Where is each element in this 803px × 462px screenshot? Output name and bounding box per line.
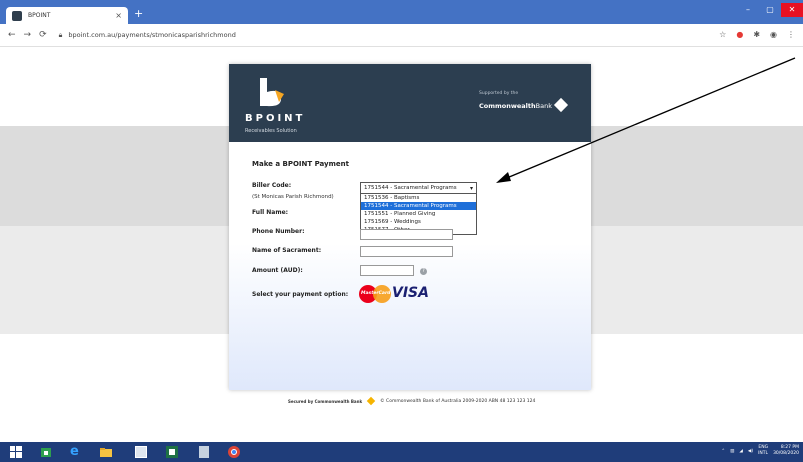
volume-icon[interactable]: ◀) bbox=[748, 449, 753, 454]
secured-by-text: Secured by Commonwealth Bank bbox=[288, 398, 363, 404]
lock-icon: 🔒︎ bbox=[58, 30, 63, 39]
clock[interactable]: 8:27 PM 30/08/2020 bbox=[773, 445, 799, 457]
profile-icon[interactable]: ◉ bbox=[770, 30, 777, 39]
tab-close-icon[interactable]: × bbox=[115, 11, 122, 20]
mastercard-text: MasterCard bbox=[361, 291, 391, 296]
close-window-button[interactable]: ✕ bbox=[781, 3, 803, 17]
reload-icon[interactable]: ⟳ bbox=[39, 30, 47, 40]
browser-tab[interactable]: BPOINT × bbox=[6, 7, 128, 24]
brand-name: BPOINT bbox=[245, 113, 306, 124]
bank-name-bold: Commonwealth bbox=[479, 102, 536, 110]
biller-sub-label: (St Monicas Parish Richmond) bbox=[252, 194, 334, 200]
sacrament-name-field[interactable] bbox=[360, 246, 453, 257]
back-arrow-icon[interactable]: ← bbox=[8, 30, 16, 40]
app-window-icon[interactable] bbox=[135, 446, 147, 458]
supported-by-text: Supported by the bbox=[479, 91, 519, 96]
biller-option[interactable]: 1751569 - Weddings bbox=[361, 218, 476, 226]
window-controls: – ▢ ✕ bbox=[737, 3, 803, 17]
biller-option[interactable]: 1751551 - Planned Giving bbox=[361, 210, 476, 218]
page-footer: Secured by Commonwealth Bank © Commonwea… bbox=[288, 396, 536, 406]
phone-number-field[interactable] bbox=[360, 229, 453, 240]
bpoint-logo-icon bbox=[260, 78, 284, 107]
maximize-button[interactable]: ▢ bbox=[759, 3, 781, 17]
sacrament-name-label: Name of Sacrament: bbox=[252, 247, 322, 254]
bank-name: CommonwealthBank bbox=[479, 102, 552, 110]
amount-field[interactable] bbox=[360, 265, 414, 276]
star-icon[interactable]: ☆ bbox=[719, 30, 726, 39]
store-app-icon[interactable] bbox=[40, 446, 52, 458]
browser-tab-bar: BPOINT × + – ▢ ✕ bbox=[0, 0, 803, 24]
biller-option[interactable]: 1751536 - Baptisms bbox=[361, 194, 476, 202]
copyright-text: © Commonwealth Bank of Australia 2009-20… bbox=[380, 398, 536, 404]
document-app-icon[interactable] bbox=[198, 446, 210, 458]
lang-sub-text: INTL bbox=[758, 451, 769, 456]
amount-label: Amount (AUD): bbox=[252, 267, 303, 274]
biller-select-value: 1751544 - Sacramental Programs bbox=[364, 185, 457, 191]
tray-chevron-icon[interactable]: ⌃ bbox=[721, 449, 725, 454]
tab-title: BPOINT bbox=[28, 12, 51, 19]
extension-icon[interactable]: ● bbox=[736, 30, 743, 39]
network-icon[interactable]: ▥ bbox=[730, 449, 734, 454]
signal-icon[interactable]: ◢ bbox=[739, 449, 742, 454]
brand-subtitle: Receivables Solution bbox=[245, 128, 297, 134]
minimize-button[interactable]: – bbox=[737, 3, 759, 17]
language-indicator[interactable]: ENG INTL bbox=[758, 445, 768, 457]
payment-option-label: Select your payment option: bbox=[252, 291, 349, 298]
address-bar: ← → ⟳ 🔒︎ bpoint.com.au/payments/stmonica… bbox=[0, 24, 803, 47]
full-name-label: Full Name: bbox=[252, 209, 289, 216]
url-field[interactable]: bpoint.com.au/payments/stmonicasparishri… bbox=[68, 31, 235, 39]
internet-explorer-icon[interactable]: e bbox=[70, 445, 82, 458]
forward-arrow-icon[interactable]: → bbox=[24, 30, 32, 40]
excel-icon[interactable] bbox=[166, 446, 178, 458]
chevron-down-icon: ▾ bbox=[469, 184, 473, 192]
extensions-puzzle-icon[interactable]: ✱ bbox=[753, 30, 760, 39]
biller-code-label: Biller Code: bbox=[252, 182, 292, 189]
biller-option-selected[interactable]: 1751544 - Sacramental Programs bbox=[361, 202, 476, 210]
commonwealth-diamond-icon bbox=[553, 97, 569, 113]
mastercard-option[interactable]: MasterCard bbox=[359, 285, 391, 303]
card-header: BPOINT Receivables Solution Supported by… bbox=[229, 64, 591, 142]
taskbar: e ⌃ ▥ ◢ ◀) ENG INTL 8:27 PM 30/08/2020 bbox=[0, 442, 803, 462]
bank-name-rest: Bank bbox=[535, 102, 552, 110]
help-icon[interactable]: ? bbox=[420, 268, 427, 275]
form-title: Make a BPOINT Payment bbox=[252, 160, 349, 168]
clock-date: 30/08/2020 bbox=[773, 451, 799, 456]
chrome-icon[interactable] bbox=[228, 446, 240, 458]
windows-start-icon[interactable] bbox=[10, 446, 22, 458]
commonwealth-small-diamond-icon bbox=[366, 396, 376, 406]
phone-number-label: Phone Number: bbox=[252, 228, 305, 235]
menu-icon[interactable]: ⋮ bbox=[787, 30, 795, 39]
new-tab-button[interactable]: + bbox=[134, 8, 143, 19]
bpoint-favicon-icon bbox=[12, 10, 22, 21]
payment-card: BPOINT Receivables Solution Supported by… bbox=[229, 64, 591, 390]
visa-option[interactable]: VISA bbox=[392, 285, 429, 301]
file-explorer-icon[interactable] bbox=[100, 446, 112, 458]
system-tray: ⌃ ▥ ◢ ◀) ENG INTL 8:27 PM 30/08/2020 bbox=[721, 445, 799, 457]
